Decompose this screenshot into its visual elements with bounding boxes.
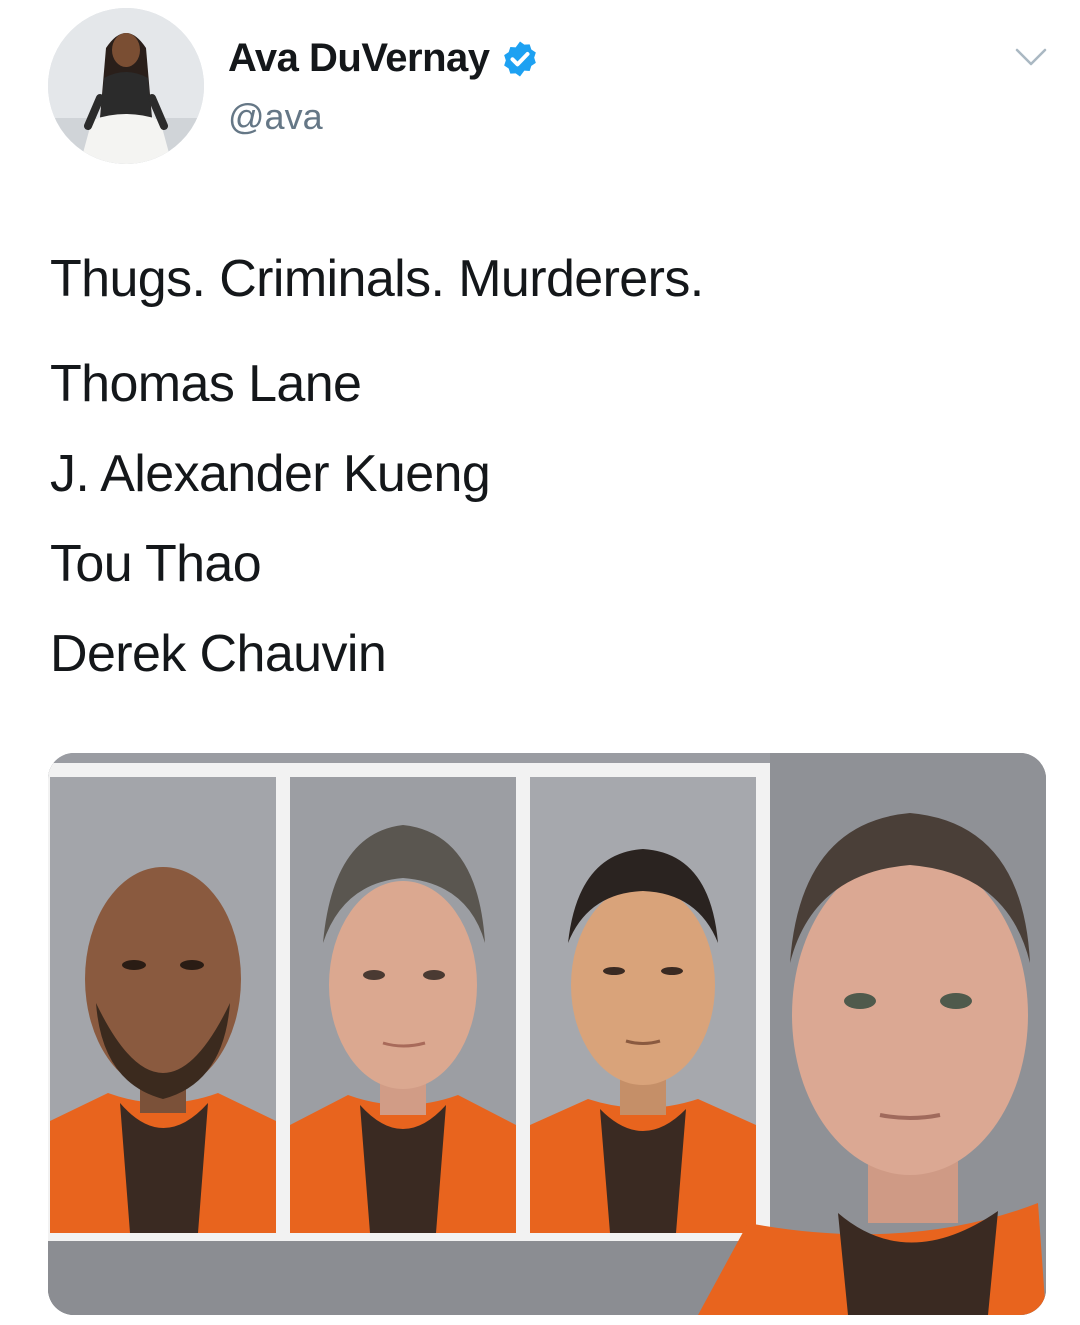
chevron-down-icon[interactable]	[1014, 46, 1048, 68]
author-display-name[interactable]: Ava DuVernay	[228, 36, 490, 81]
author-handle[interactable]: @ava	[228, 96, 323, 138]
tweet-text-line: Thomas Lane	[50, 355, 362, 413]
mugshot-1	[50, 777, 276, 1233]
verified-badge-icon	[503, 41, 536, 76]
profile-photo-icon	[48, 8, 204, 164]
avatar[interactable]	[48, 8, 204, 164]
tweet-text-line: Tou Thao	[50, 535, 262, 593]
mugshot-3	[530, 777, 756, 1233]
tweet-text-line: Derek Chauvin	[50, 625, 387, 683]
tweet-text-line: J. Alexander Kueng	[50, 445, 491, 503]
tweet-media-photo[interactable]	[48, 753, 1046, 1315]
tweet-text-line: Thugs. Criminals. Murderers.	[50, 250, 704, 308]
mugshot-2	[290, 777, 516, 1233]
mugshot-photos-icon	[48, 753, 1046, 1315]
author-name-row[interactable]: Ava DuVernay	[228, 36, 540, 81]
tweet-card: Ava DuVernay @ava Thugs. Criminals. Murd…	[0, 0, 1080, 1325]
